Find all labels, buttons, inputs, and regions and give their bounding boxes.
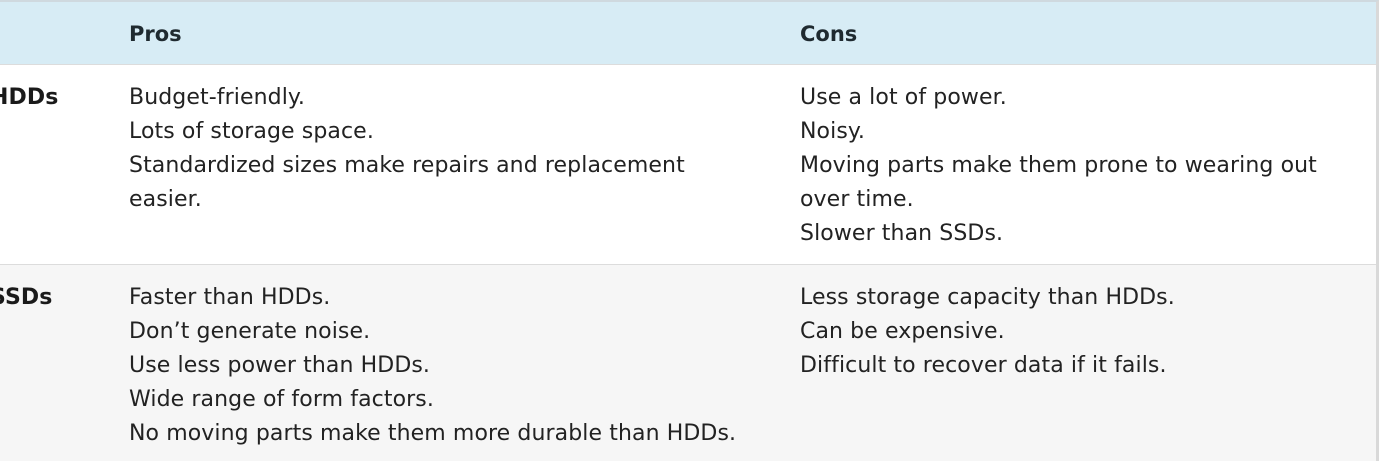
list-item: Use less power than HDDs. <box>129 353 431 378</box>
list-item: Wide range of form factors. <box>129 387 434 412</box>
list-item: Less storage capacity than HDDs. <box>800 285 1175 310</box>
list-item: No moving parts make them more durable t… <box>129 421 737 446</box>
ssds-pros-list: Faster than HDDs. Don’t generate noise. … <box>129 281 800 451</box>
row-label-ssds: SSDs <box>0 285 53 310</box>
header-pros: Pros <box>129 22 182 46</box>
list-item: Use a lot of power. <box>800 85 1007 110</box>
list-item: Budget-friendly. <box>129 85 305 110</box>
list-item: Lots of storage space. <box>129 119 374 144</box>
list-item: Noisy. <box>800 119 865 144</box>
hdds-cons-list: Use a lot of power. Noisy. Moving parts … <box>800 81 1376 251</box>
list-item: Standardized sizes make repairs and repl… <box>129 153 685 212</box>
table-row-ssds: SSDs Faster than HDDs. Don’t generate no… <box>0 265 1376 461</box>
list-item: Moving parts make them prone to wearing … <box>800 153 1317 212</box>
ssds-pros-cell: Faster than HDDs. Don’t generate noise. … <box>129 281 800 451</box>
list-item: Can be expensive. <box>800 319 1005 344</box>
comparison-table: Pros Cons HDDs Budget-friendly. Lots of … <box>0 0 1379 461</box>
table-header-row: Pros Cons <box>0 2 1376 65</box>
list-item: Don’t generate noise. <box>129 319 371 344</box>
header-cons: Cons <box>800 22 858 46</box>
list-item: Faster than HDDs. <box>129 285 331 310</box>
hdds-cons-cell: Use a lot of power. Noisy. Moving parts … <box>800 81 1376 251</box>
hdds-pros-cell: Budget-friendly. Lots of storage space. … <box>129 81 800 217</box>
row-label-hdds: HDDs <box>0 85 59 110</box>
list-item: Slower than SSDs. <box>800 221 1004 246</box>
list-item: Difficult to recover data if it fails. <box>800 353 1167 378</box>
ssds-cons-cell: Less storage capacity than HDDs. Can be … <box>800 281 1376 383</box>
hdds-pros-list: Budget-friendly. Lots of storage space. … <box>129 81 800 217</box>
table-row-hdds: HDDs Budget-friendly. Lots of storage sp… <box>0 65 1376 265</box>
ssds-cons-list: Less storage capacity than HDDs. Can be … <box>800 281 1376 383</box>
